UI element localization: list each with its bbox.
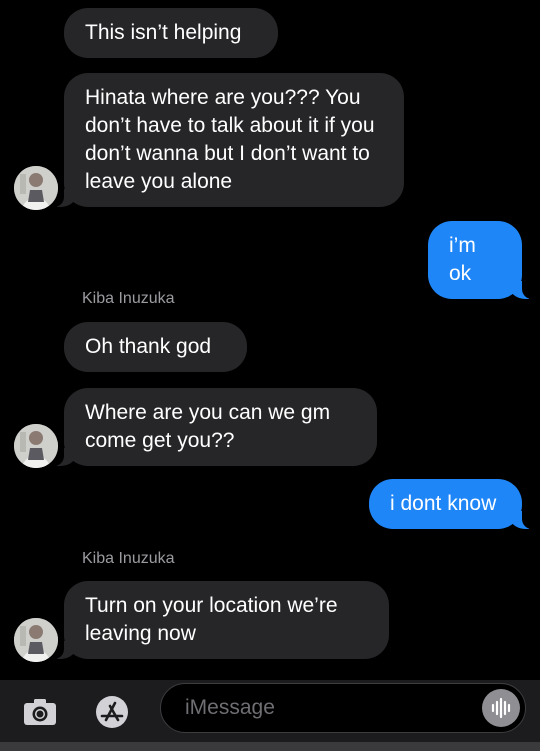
message-bubble-incoming[interactable]: Turn on your location we’re leaving now <box>50 581 389 659</box>
message-input-field[interactable] <box>160 683 526 733</box>
sender-name: Kiba Inuzuka <box>82 290 175 307</box>
contact-avatar[interactable] <box>14 424 58 468</box>
message-bubble-incoming[interactable]: Where are you can we gm come get you?? <box>50 388 377 466</box>
message-text: Hinata where are you??? You don’t have t… <box>85 86 375 193</box>
message-input[interactable] <box>185 693 475 723</box>
bottom-strip <box>0 742 540 751</box>
audio-message-button[interactable] <box>482 689 520 727</box>
message-bubble-outgoing[interactable]: i dont know <box>369 479 536 529</box>
avatar-image <box>14 424 58 468</box>
app-store-icon <box>96 696 128 728</box>
message-bubble-incoming[interactable]: Hinata where are you??? You don’t have t… <box>50 73 404 207</box>
message-text: Turn on your location we’re leaving now <box>85 594 338 645</box>
avatar-image <box>14 166 58 210</box>
message-text: Where are you can we gm come get you?? <box>85 401 331 452</box>
message-text: i dont know <box>390 492 497 515</box>
message-bubble-incoming[interactable]: Oh thank god <box>64 322 247 372</box>
compose-bar <box>0 680 540 742</box>
message-text: This isn’t helping <box>85 21 242 44</box>
camera-button[interactable] <box>20 692 60 732</box>
message-bubble-outgoing[interactable]: i’m ok <box>428 221 536 299</box>
message-text: i’m ok <box>449 234 476 285</box>
camera-icon <box>24 699 56 725</box>
app-store-button[interactable] <box>88 688 136 736</box>
avatar-image <box>14 618 58 662</box>
contact-avatar[interactable] <box>14 618 58 662</box>
contact-avatar[interactable] <box>14 166 58 210</box>
message-bubble-incoming[interactable]: This isn’t helping <box>64 8 278 58</box>
audio-waveform-icon <box>491 697 511 719</box>
sender-name: Kiba Inuzuka <box>82 550 175 567</box>
message-text: Oh thank god <box>85 335 212 358</box>
message-thread[interactable]: This isn’t helping Hinata where are you?… <box>0 0 540 680</box>
